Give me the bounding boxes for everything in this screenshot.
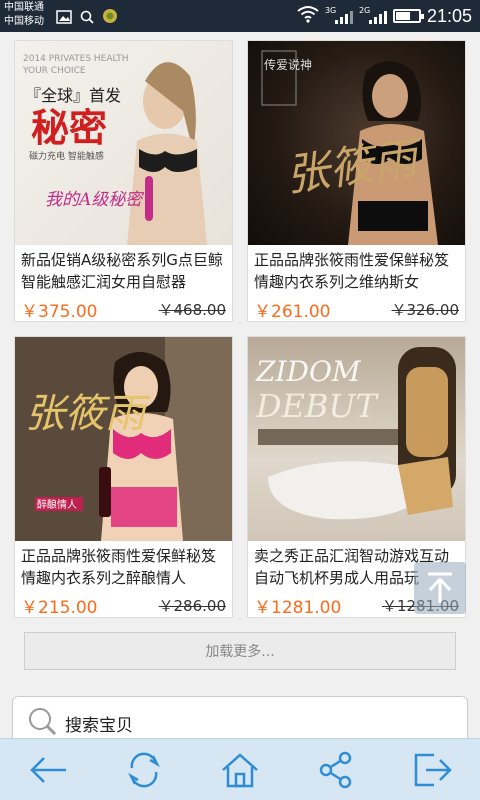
share-icon: [319, 751, 352, 788]
product-price: ￥215.00: [21, 598, 98, 618]
image-icon: [56, 9, 72, 28]
image-text-line1: ZIDOM: [255, 355, 362, 388]
original-price: ￥468.00: [158, 301, 227, 319]
exit-icon: [414, 753, 452, 786]
image-script: 张筱雨: [25, 391, 151, 437]
bottom-toolbar: [0, 738, 480, 800]
arrow-up-icon: [428, 572, 452, 603]
product-price: ￥1281.00: [254, 598, 342, 618]
image-script: 我的A级秘密: [45, 190, 144, 210]
carrier-info: 中国联通 中国移动: [4, 1, 44, 29]
signal-icon: 3G: [325, 6, 353, 26]
signal-icon: 2G: [359, 6, 387, 26]
original-price: ￥286.00: [158, 597, 227, 615]
product-image[interactable]: 张筱雨 醉酿情人: [15, 337, 232, 541]
image-headline: 秘密: [31, 106, 107, 150]
main-content: 2014 PRIVATES HEALTH YOUR CHOICE 『全球』首发 …: [0, 32, 480, 738]
clock: 21:05: [426, 5, 472, 26]
refresh-button[interactable]: [116, 742, 172, 798]
product-grid: 2014 PRIVATES HEALTH YOUR CHOICE 『全球』首发 …: [14, 40, 466, 618]
product-image[interactable]: ZIDOM DEBUT: [248, 337, 465, 541]
exit-button[interactable]: [404, 742, 460, 798]
refresh-icon: [128, 752, 160, 787]
product-title[interactable]: 正品品牌张筱雨性爱保鲜秘笈情趣内衣系列之醉酿情人: [15, 541, 232, 591]
image-badge: 『全球』首发: [25, 86, 121, 105]
battery-icon: [392, 9, 424, 23]
product-image[interactable]: 2014 PRIVATES HEALTH YOUR CHOICE 『全球』首发 …: [15, 41, 232, 245]
home-icon: [222, 752, 258, 787]
product-title[interactable]: 正品品牌张筱雨性爱保鲜秘笈情趣内衣系列之维纳斯女: [248, 245, 465, 295]
original-price: ￥326.00: [391, 301, 460, 319]
search-icon: [80, 9, 94, 28]
product-price: ￥375.00: [21, 302, 98, 322]
status-bar: 中国联通 中国移动 3G 2G 21:05: [0, 0, 480, 32]
load-more-button[interactable]: 加载更多...: [24, 632, 456, 670]
home-button[interactable]: [212, 742, 268, 798]
back-to-top-button[interactable]: [414, 562, 466, 614]
share-button[interactable]: [308, 742, 364, 798]
image-text-line1: 2014 PRIVATES HEALTH: [23, 54, 129, 64]
search-label: 搜索宝贝: [65, 715, 133, 736]
carrier-2: 中国移动: [4, 16, 44, 27]
product-image[interactable]: 传爱说神 张筱雨: [248, 41, 465, 245]
product-card[interactable]: 张筱雨 醉酿情人 正品品牌张筱雨性爱保鲜秘笈情趣内衣系列之醉酿情人 ￥215.0…: [14, 336, 233, 618]
product-card[interactable]: 2014 PRIVATES HEALTH YOUR CHOICE 『全球』首发 …: [14, 40, 233, 322]
search-icon: [27, 706, 57, 738]
back-button[interactable]: [20, 742, 76, 798]
image-badge: 醉酿情人: [37, 498, 77, 511]
app-icon: [102, 8, 118, 28]
image-small-text: 传爱说神: [264, 57, 312, 72]
product-price: ￥261.00: [254, 302, 331, 322]
image-text-line2: YOUR CHOICE: [22, 66, 86, 76]
carrier-1: 中国联通: [4, 2, 44, 13]
image-subline: 磁力充电 智能触感: [29, 150, 104, 162]
product-card[interactable]: 传爱说神 张筱雨 正品品牌张筱雨性爱保鲜秘笈情趣内衣系列之维纳斯女 ￥261.0…: [247, 40, 466, 322]
product-title[interactable]: 新品促销A级秘密系列G点巨鲸智能触感汇润女用自慰器: [15, 245, 232, 295]
back-arrow-icon: [30, 756, 66, 783]
search-bar[interactable]: 搜索宝贝: [12, 696, 468, 738]
image-text-line2: DEBUT: [255, 387, 380, 425]
wifi-icon: [297, 5, 319, 27]
